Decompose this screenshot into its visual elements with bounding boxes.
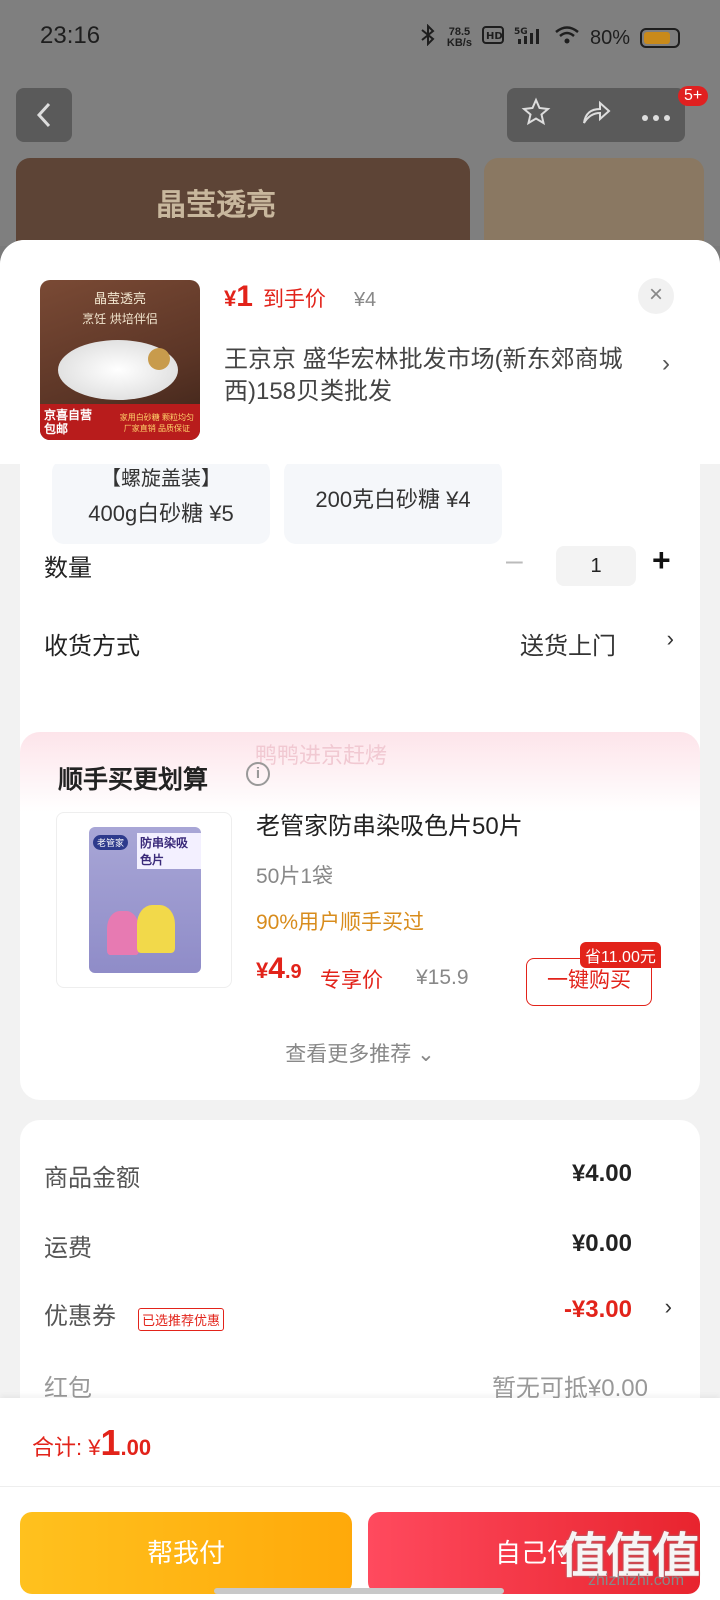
spec-option-line1: 【螺旋盖装】	[101, 468, 221, 490]
back-icon	[36, 102, 51, 128]
svg-text:5G: 5G	[514, 27, 528, 37]
cross-sell-product-spec: 50片1袋	[256, 865, 334, 888]
cross-sell-product-image[interactable]: 老管家 防串染吸色片	[56, 812, 232, 988]
nav-actions	[507, 88, 685, 142]
bottom-action-bar: 合计: ¥1.00 帮我付 自己付 值值值 zhizhizhi.com	[0, 1398, 720, 1600]
site-watermark-url: zhizhizhi.com	[588, 1572, 685, 1589]
cross-sell-original-price: ¥15.9	[416, 966, 469, 989]
share-icon[interactable]	[580, 97, 612, 134]
order-total: 合计: ¥1.00	[32, 1422, 152, 1463]
cross-sell-price-tag: 专享价	[320, 969, 383, 992]
product-thumbnail: 晶莹透亮 烹饪 烘培伴侣 京喜自营 包邮 家用白砂糖 颗粒均匀 厂家直销 品质保证	[40, 280, 200, 440]
status-time: 23:16	[40, 22, 101, 49]
pack-title: 防串染吸色片	[137, 833, 201, 869]
more-icon[interactable]	[641, 101, 671, 129]
close-button[interactable]: ×	[638, 278, 674, 314]
chevron-right-icon[interactable]: ›	[665, 1294, 672, 1320]
summary-value-shipping: ¥0.00	[571, 1230, 632, 1257]
delivery-method-label: 收货方式	[44, 633, 140, 660]
quantity-increase-button[interactable]: +	[652, 542, 671, 579]
status-bar: 23:16 78.5 KB/s HD 5G 80%	[0, 0, 720, 76]
help-me-pay-button[interactable]: 帮我付	[20, 1512, 352, 1594]
divider	[0, 1486, 720, 1487]
cross-sell-title: 顺手买更划算	[58, 766, 209, 794]
cross-sell-price: ¥4.9	[256, 952, 302, 985]
dress-graphic	[137, 905, 175, 953]
summary-label-shipping: 运费	[44, 1235, 92, 1262]
more-recommendations-link[interactable]: 查看更多推荐 ⌄	[20, 1038, 700, 1068]
notification-badge: 5+	[678, 86, 709, 106]
final-price: ¥1	[224, 280, 253, 313]
summary-value-coupon[interactable]: -¥3.00	[564, 1296, 632, 1324]
wifi-icon	[554, 25, 580, 51]
price-summary-card: 商品金额 ¥4.00 运费 ¥0.00 优惠券 已选推荐优惠 -¥3.00 › …	[20, 1120, 700, 1420]
spec-option-200g[interactable]: 200克白砂糖 ¥4	[284, 460, 502, 544]
summary-value-goods: ¥4.00	[571, 1160, 632, 1187]
5g-signal-icon: 5G	[514, 25, 544, 51]
cross-sell-card: 鸭鸭进京赶烤 顺手买更划算 i 老管家 防串染吸色片 老管家防串染吸色片50片 …	[20, 732, 700, 1100]
thumb-line2: 烹饪 烘培伴侣	[82, 312, 158, 326]
spec-option-400g[interactable]: 【螺旋盖装】 400g白砂糖 ¥5	[52, 460, 270, 544]
delivery-address[interactable]: 王京京 盛华宏林批发市场(新东郊商城西)158贝类批发	[224, 344, 644, 408]
quantity-decrease-button[interactable]: –	[506, 544, 523, 578]
home-indicator[interactable]	[214, 1588, 504, 1594]
final-price-tag: 到手价	[262, 288, 326, 311]
quantity-input[interactable]: 1	[556, 546, 636, 586]
svg-text:HD: HD	[486, 31, 503, 42]
price-row: ¥1 到手价 ¥4	[224, 280, 376, 314]
dress-graphic	[107, 911, 139, 955]
sheet-header: 晶莹透亮 烹饪 烘培伴侣 京喜自营 包邮 家用白砂糖 颗粒均匀 厂家直销 品质保证 …	[0, 240, 720, 464]
close-icon: ×	[648, 281, 663, 308]
net-speed: 78.5 KB/s	[446, 26, 472, 49]
star-icon[interactable]	[521, 97, 551, 134]
hd-icon: HD	[481, 26, 504, 50]
battery-percent: 80%	[589, 26, 630, 49]
coupon-tag: 已选推荐优惠	[138, 1308, 225, 1331]
pack-logo: 老管家	[93, 835, 129, 850]
spoon-image	[148, 348, 170, 370]
banner-text: 晶莹透亮	[156, 188, 276, 223]
purchase-sheet: 晶莹透亮 烹饪 烘培伴侣 京喜自营 包邮 家用白砂糖 颗粒均匀 厂家直销 品质保证 …	[0, 240, 720, 1600]
thumb-footer-right: 家用白砂糖 颗粒均匀 厂家直销 品质保证	[119, 413, 194, 433]
cross-sell-product-name[interactable]: 老管家防串染吸色片50片	[256, 806, 523, 841]
thumb-footer-left: 京喜自营 包邮	[44, 408, 93, 436]
chevron-right-icon[interactable]: ›	[662, 350, 670, 378]
info-icon[interactable]: i	[246, 762, 270, 786]
save-badge: 省11.00元	[580, 942, 661, 968]
bluetooth-icon	[419, 23, 437, 52]
cross-sell-watermark: 鸭鸭进京赶烤	[255, 743, 388, 768]
product-pack-image: 老管家 防串染吸色片	[89, 827, 201, 973]
spec-option-line2: 400g白砂糖 ¥5	[88, 501, 234, 526]
battery-icon	[640, 28, 680, 48]
original-price: ¥4	[353, 289, 377, 311]
chevron-right-icon[interactable]: ›	[667, 626, 674, 652]
thumb-line1: 晶莹透亮	[93, 292, 146, 307]
spec-option-label: 200克白砂糖 ¥4	[315, 487, 471, 512]
summary-label-coupon: 优惠券	[44, 1303, 116, 1330]
back-button[interactable]	[16, 88, 72, 142]
chevron-down-icon: ⌄	[417, 1043, 435, 1066]
delivery-method-value[interactable]: 送货上门	[520, 626, 616, 661]
status-indicators: 78.5 KB/s HD 5G 80%	[419, 23, 680, 52]
summary-label-goods: 商品金额	[44, 1165, 140, 1192]
cross-sell-product-hint: 90%用户顺手买过	[256, 911, 425, 934]
quantity-label: 数量	[44, 555, 92, 582]
